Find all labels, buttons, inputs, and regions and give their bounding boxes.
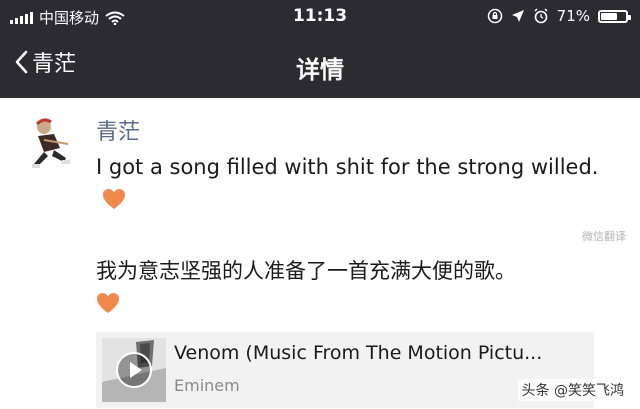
song-artist: Eminem: [174, 376, 240, 395]
screen-lock-icon: [487, 8, 502, 24]
battery-icon: [598, 9, 631, 23]
post-text-english-content: I got a song filled with shit for the st…: [96, 155, 599, 179]
wechat-translate-label: 微信翻译: [582, 230, 626, 243]
status-bar: 中国移动 11:13 71%: [0, 0, 640, 34]
avatar[interactable]: [24, 114, 82, 176]
nav-bar: 青茫 详情: [0, 34, 640, 98]
page-title: 详情: [296, 56, 344, 84]
status-right: 71%: [487, 7, 631, 25]
battery-percent: 71%: [556, 7, 590, 25]
post-text-chinese-content: 我为意志坚强的人准备了一首充满大便的歌。: [96, 259, 516, 283]
orange-heart-icon: [103, 189, 125, 209]
post-detail: 青茫 I got a song filled with shit for the…: [0, 98, 640, 409]
orange-heart-icon: [97, 293, 119, 313]
avatar-figure-icon: [24, 114, 82, 176]
play-icon[interactable]: [116, 352, 152, 388]
post-nickname[interactable]: 青茫: [96, 114, 140, 146]
watermark: 头条 @笑笑飞鸿: [517, 379, 628, 401]
song-title: Venom (Music From The Motion Pictu...: [174, 342, 543, 364]
album-cover: [102, 338, 166, 402]
battery-fill: [601, 12, 617, 20]
post-text-english: I got a song filled with shit for the st…: [96, 151, 606, 215]
location-arrow-icon: [511, 10, 524, 22]
top-bar: 中国移动 11:13 71% 青茫 详情: [0, 0, 640, 98]
alarm-icon: [534, 8, 548, 24]
post-text-chinese: 我为意志坚强的人准备了一首充满大便的歌。: [96, 255, 606, 319]
